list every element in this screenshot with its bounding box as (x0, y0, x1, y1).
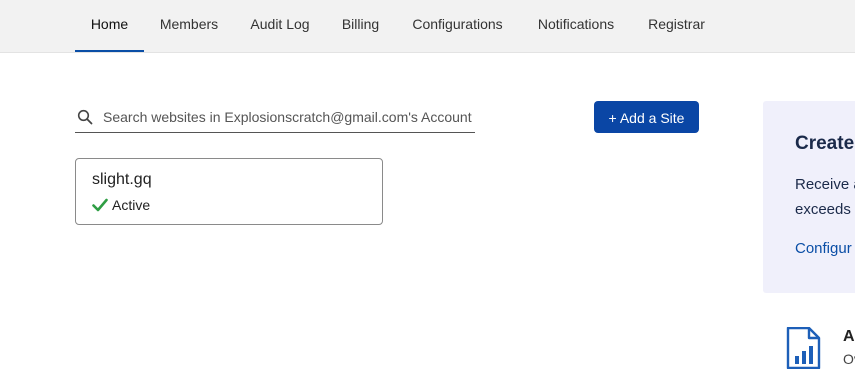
top-navigation: Home Members Audit Log Billing Configura… (0, 0, 855, 53)
tab-audit-log[interactable]: Audit Log (234, 0, 326, 52)
tab-billing[interactable]: Billing (326, 0, 395, 52)
site-status-label: Active (112, 197, 151, 213)
check-icon (92, 198, 108, 212)
side-section-heading: Ac (843, 328, 855, 345)
tab-home[interactable]: Home (75, 0, 144, 52)
notification-promo-panel: Create Receive a exceeds Configur (763, 101, 855, 293)
search-input[interactable] (103, 105, 473, 129)
add-site-button[interactable]: + Add a Site (594, 101, 699, 133)
promo-text-line: exceeds (795, 201, 851, 218)
tab-notifications[interactable]: Notifications (520, 0, 632, 52)
promo-text-line: Receive a (795, 176, 855, 193)
promo-configure-link[interactable]: Configur (795, 240, 852, 257)
tab-members[interactable]: Members (144, 0, 234, 52)
promo-title: Create (795, 133, 855, 154)
side-section-subtext: Ov (843, 351, 855, 367)
tab-registrar[interactable]: Registrar (632, 0, 721, 52)
site-search (75, 101, 475, 133)
site-card[interactable]: slight.gq Active (75, 158, 383, 225)
analytics-report-icon (786, 327, 821, 369)
site-status: Active (92, 197, 150, 213)
search-icon (77, 109, 93, 125)
tab-configurations[interactable]: Configurations (395, 0, 520, 52)
site-name[interactable]: slight.gq (92, 171, 152, 189)
